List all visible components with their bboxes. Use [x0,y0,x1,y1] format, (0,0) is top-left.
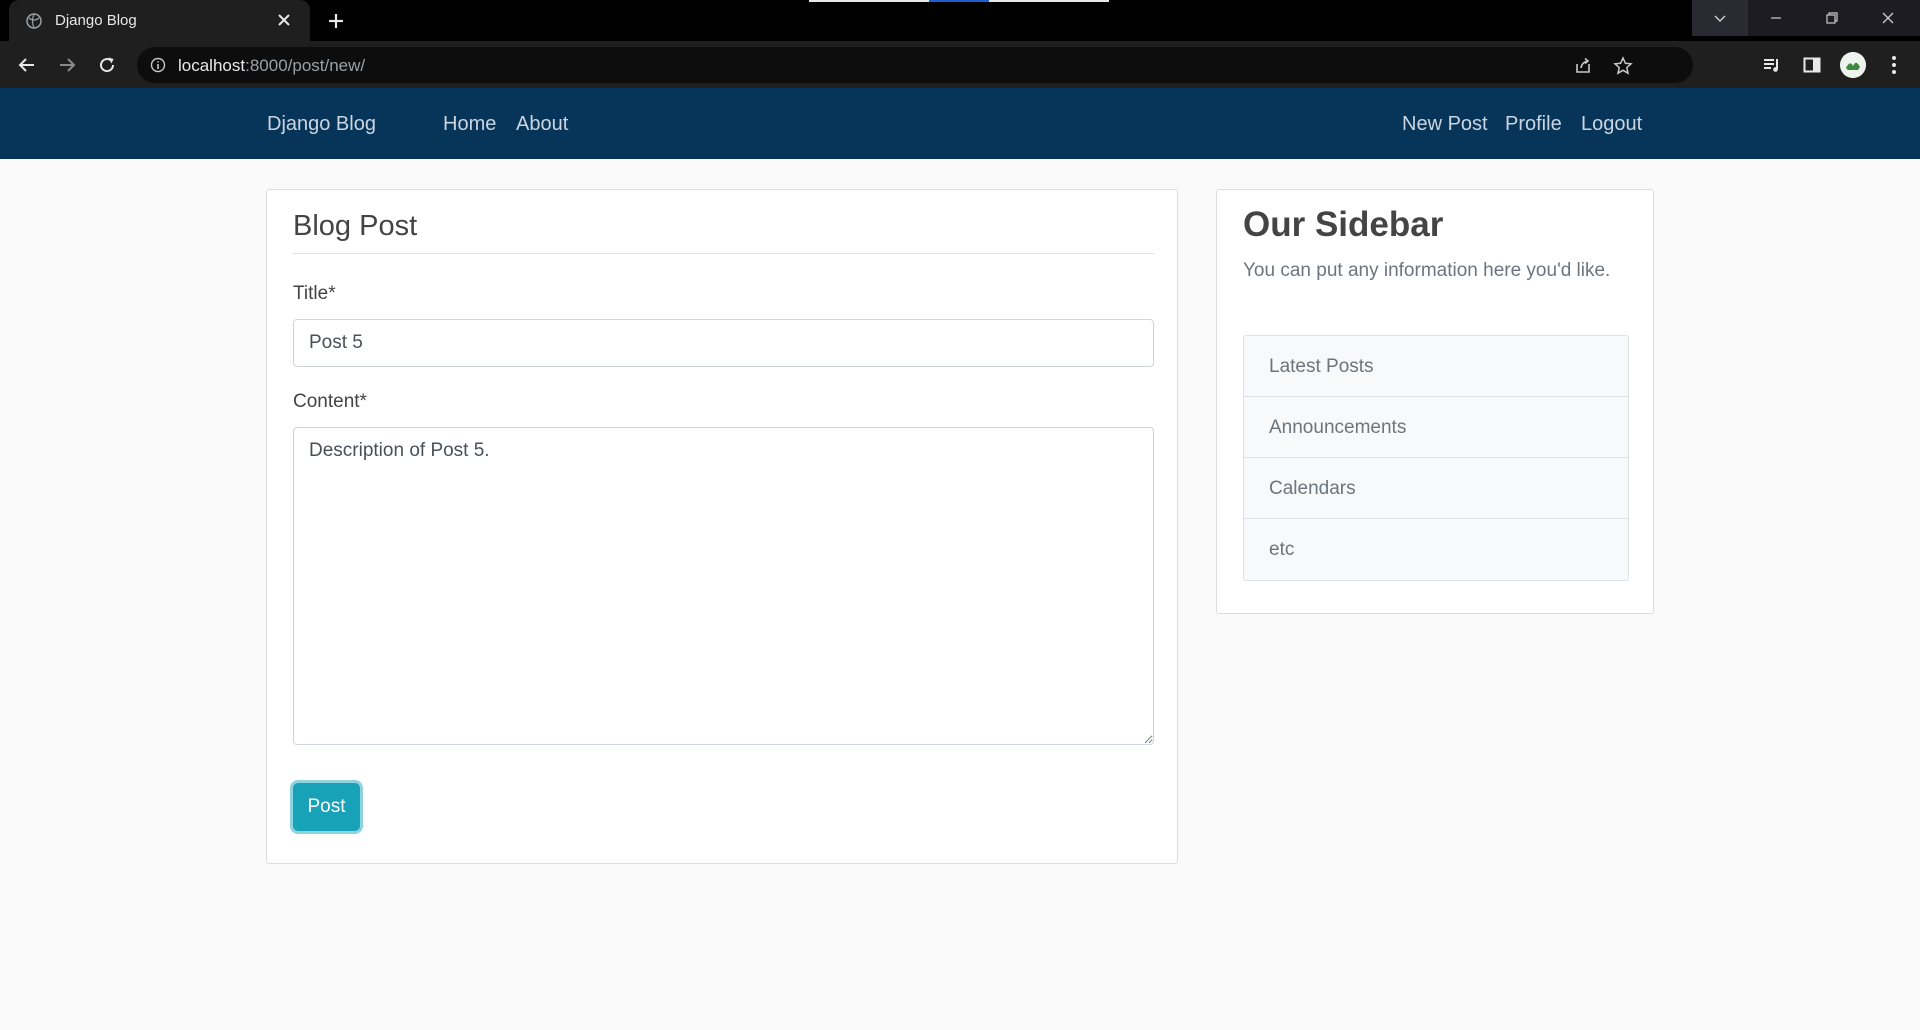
sidebar-item-announcements[interactable]: Announcements [1244,397,1628,458]
nav-link-logout[interactable]: Logout [1581,113,1642,136]
avatar-image [1840,52,1866,78]
nav-link-home[interactable]: Home [443,113,496,136]
browser-toolbar: localhost:8000/post/new/ [0,41,1920,88]
star-icon[interactable] [1613,56,1633,76]
browser-tab[interactable]: Django Blog [9,0,310,41]
close-icon [1882,12,1894,24]
nav-link-new-post[interactable]: New Post [1402,113,1488,136]
chevron-down-icon [1714,15,1726,23]
content-label: Content* [293,391,367,412]
sidebar-title: Our Sidebar [1243,205,1444,244]
sidebar-text: You can put any information here you'd l… [1243,260,1611,281]
minimize-icon [1771,17,1781,19]
post-submit-button[interactable]: Post [293,783,360,831]
content-textarea[interactable]: Description of Post 5. [293,427,1154,745]
nav-link-profile[interactable]: Profile [1505,113,1562,136]
brand-link[interactable]: Django Blog [267,113,376,136]
address-bar[interactable]: localhost:8000/post/new/ [137,47,1693,83]
title-input[interactable] [293,319,1154,367]
tab-title: Django Blog [55,12,137,29]
window-close-button[interactable] [1860,0,1920,36]
globe-icon [26,13,42,29]
site-navbar: Django Blog Home About New Post Profile … [0,88,1920,159]
nav-link-about[interactable]: About [516,113,568,136]
forward-arrow-icon[interactable] [56,54,78,76]
minimize-button[interactable] [1748,0,1804,36]
reload-icon[interactable] [96,54,118,76]
url-text: localhost:8000/post/new/ [178,56,366,75]
back-arrow-icon[interactable] [16,54,38,76]
plus-icon[interactable] [326,11,346,31]
sidebar-item-latest-posts[interactable]: Latest Posts [1244,336,1628,397]
restore-icon [1826,12,1838,24]
form-legend: Blog Post [293,210,1154,254]
restore-button[interactable] [1804,0,1860,36]
side-panel-icon[interactable] [1802,55,1822,75]
sidebar-item-etc[interactable]: etc [1244,519,1628,580]
sidebar-card: Our Sidebar You can put any information … [1216,189,1654,614]
sidebar-list: Latest Posts Announcements Calendars etc [1243,335,1629,581]
media-queue-icon[interactable] [1762,55,1782,75]
browser-tab-bar: Django Blog [0,0,1920,41]
share-icon[interactable] [1573,56,1593,76]
sidebar-item-calendars[interactable]: Calendars [1244,458,1628,519]
title-label: Title* [293,283,336,304]
post-form-card: Blog Post Title* Content* Description of… [266,189,1178,864]
close-icon[interactable] [276,12,292,28]
tab-strip-indicator [809,0,1109,2]
profile-avatar[interactable] [1840,52,1866,78]
tab-search-button[interactable] [1692,0,1748,36]
info-icon[interactable] [150,57,166,73]
more-vertical-icon[interactable] [1884,54,1904,76]
